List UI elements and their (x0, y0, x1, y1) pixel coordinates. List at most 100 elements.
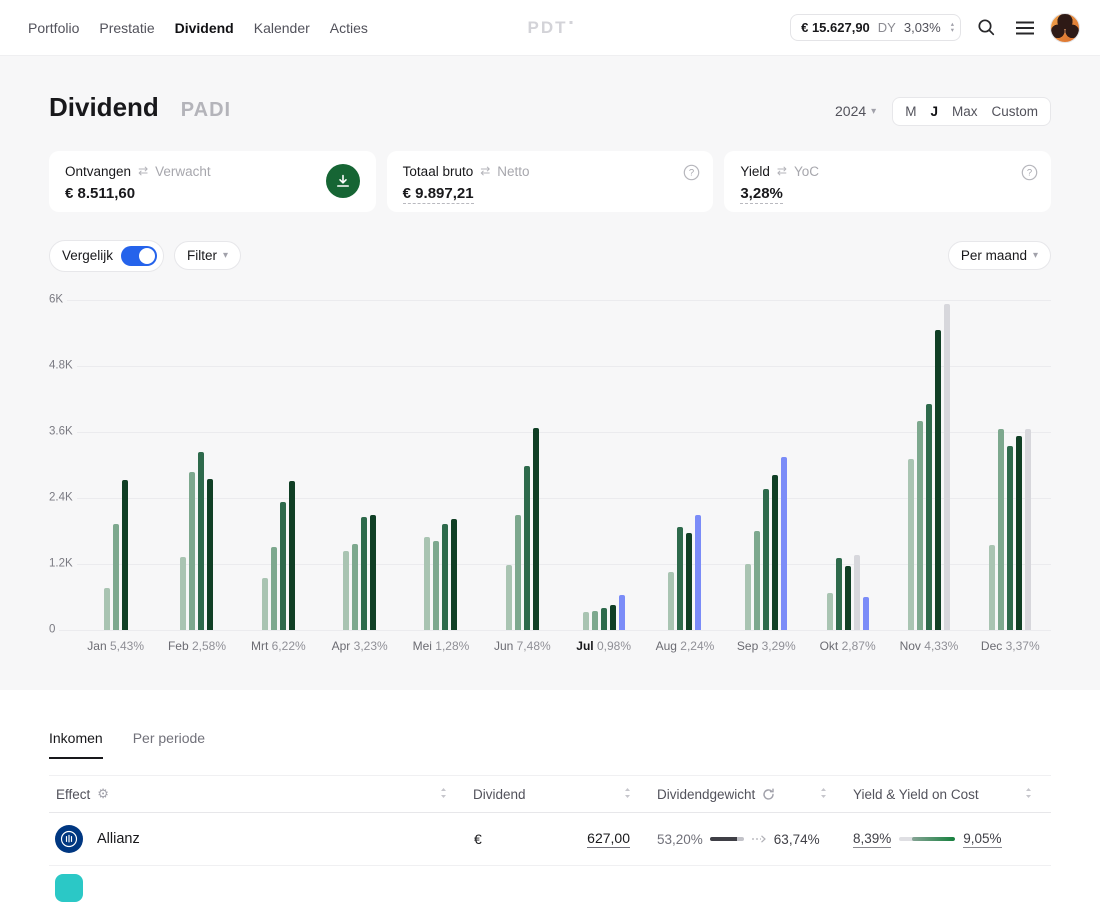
bar-group-mrt[interactable] (238, 300, 319, 630)
tab-inkomen[interactable]: Inkomen (49, 730, 103, 759)
bar-mrt-s2[interactable] (271, 547, 277, 630)
bar-okt-s4[interactable] (845, 566, 851, 630)
bar-mei-s3[interactable] (442, 524, 448, 630)
bar-dec-s2[interactable] (998, 429, 1004, 630)
bar-jan-s4[interactable] (122, 480, 128, 630)
menu-button[interactable] (1011, 14, 1039, 42)
bar-sep-s1[interactable] (745, 564, 751, 630)
bar-okt-s1[interactable] (827, 593, 833, 630)
bar-jun-s3[interactable] (524, 466, 530, 630)
yoc-pct[interactable]: 9,05% (963, 831, 1001, 848)
bar-jun-s4[interactable] (533, 428, 539, 630)
bar-group-jul[interactable] (563, 300, 644, 630)
bar-mrt-s1[interactable] (262, 578, 268, 630)
tab-per-periode[interactable]: Per periode (133, 730, 205, 759)
bar-apr-s1[interactable] (343, 551, 349, 630)
settings-gear-icon[interactable]: ⚙ (97, 786, 109, 802)
nav-item-dividend[interactable]: Dividend (175, 20, 234, 36)
compare-toggle-pill[interactable]: Vergelijk (49, 240, 164, 272)
swap-icon[interactable]: ⇄ (777, 164, 787, 178)
bar-group-apr[interactable] (319, 300, 400, 630)
bar-jan-s2[interactable] (113, 524, 119, 630)
bar-feb-s4[interactable] (207, 479, 213, 630)
quote-stepper[interactable]: ▴▾ (949, 22, 954, 34)
filter-dropdown[interactable]: Filter ▾ (174, 241, 241, 270)
year-dropdown[interactable]: 2024▾ (835, 103, 876, 119)
yield-pct[interactable]: 8,39% (853, 831, 891, 848)
sort-icon[interactable] (439, 787, 448, 802)
bar-sep-blue[interactable] (781, 457, 787, 630)
bar-jun-s1[interactable] (506, 565, 512, 630)
user-avatar[interactable] (1050, 13, 1080, 43)
bar-dec-s1[interactable] (989, 545, 995, 630)
range-option-custom[interactable]: Custom (984, 102, 1045, 121)
bar-sep-s2[interactable] (754, 531, 760, 630)
bar-jul-s4[interactable] (610, 605, 616, 630)
bar-mrt-s3[interactable] (280, 502, 286, 630)
bar-dec-s3[interactable] (1007, 446, 1013, 630)
swap-icon[interactable]: ⇄ (480, 164, 490, 178)
card-label[interactable]: Yield (740, 164, 770, 179)
compare-switch[interactable] (121, 246, 157, 266)
yield-value[interactable]: 3,28% (740, 185, 783, 204)
bar-jul-s2[interactable] (592, 611, 598, 630)
help-icon[interactable]: ? (1021, 164, 1038, 186)
range-option-m[interactable]: M (898, 102, 923, 121)
bar-group-dec[interactable] (970, 300, 1051, 630)
card-alt-label[interactable]: YoC (794, 164, 819, 179)
bar-nov-s3[interactable] (926, 404, 932, 630)
bar-group-mei[interactable] (400, 300, 481, 630)
bar-sep-s4[interactable] (772, 475, 778, 630)
bar-aug-s1[interactable] (668, 572, 674, 630)
nav-item-acties[interactable]: Acties (330, 20, 368, 36)
swap-icon[interactable]: ⇄ (138, 164, 148, 178)
sort-icon[interactable] (623, 787, 632, 802)
bar-dec-s4[interactable] (1016, 436, 1022, 630)
bar-okt-gray[interactable] (854, 555, 860, 630)
card-label[interactable]: Totaal bruto (403, 164, 474, 179)
holding-name[interactable]: Allianz (97, 831, 140, 847)
bar-jul-s3[interactable] (601, 608, 607, 630)
bar-group-jan[interactable] (75, 300, 156, 630)
bar-feb-s1[interactable] (180, 557, 186, 630)
bar-group-okt[interactable] (807, 300, 888, 630)
nav-item-kalender[interactable]: Kalender (254, 20, 310, 36)
gross-amount[interactable]: € 9.897,21 (403, 185, 474, 204)
table-row-partial[interactable] (49, 866, 1051, 906)
help-icon[interactable]: ? (683, 164, 700, 186)
bar-nov-s2[interactable] (917, 421, 923, 630)
bar-apr-s4[interactable] (370, 515, 376, 630)
sort-icon[interactable] (819, 787, 828, 802)
bar-okt-s3[interactable] (836, 558, 842, 630)
bar-group-jun[interactable] (482, 300, 563, 630)
bar-group-aug[interactable] (644, 300, 725, 630)
bar-nov-s1[interactable] (908, 459, 914, 630)
export-button[interactable] (326, 164, 360, 198)
bar-aug-blue[interactable] (695, 515, 701, 630)
bar-apr-s3[interactable] (361, 517, 367, 630)
bar-mrt-s4[interactable] (289, 481, 295, 630)
nav-item-prestatie[interactable]: Prestatie (99, 20, 154, 36)
bar-jan-s1[interactable] (104, 588, 110, 630)
bar-aug-s4[interactable] (686, 533, 692, 630)
dividend-amount[interactable]: 627,00 (587, 830, 630, 848)
bar-okt-blue[interactable] (863, 597, 869, 630)
bar-feb-s2[interactable] (189, 472, 195, 630)
bar-feb-s3[interactable] (198, 452, 204, 630)
bar-apr-s2[interactable] (352, 544, 358, 630)
period-dropdown[interactable]: Per maand ▾ (948, 241, 1051, 270)
bar-group-nov[interactable] (888, 300, 969, 630)
bar-jun-s2[interactable] (515, 515, 521, 630)
table-row-allianz[interactable]: Allianz € 627,00 53,20% 63,74% 8,39% 9,0… (49, 813, 1051, 866)
search-button[interactable] (972, 14, 1000, 42)
card-alt-label[interactable]: Netto (497, 164, 529, 179)
bar-sep-s3[interactable] (763, 489, 769, 630)
refresh-icon[interactable] (762, 788, 775, 801)
range-option-j[interactable]: J (923, 102, 945, 121)
bar-nov-gray[interactable] (944, 304, 950, 630)
bar-mei-s2[interactable] (433, 541, 439, 630)
bar-nov-s4[interactable] (935, 330, 941, 630)
bar-group-sep[interactable] (726, 300, 807, 630)
nav-item-portfolio[interactable]: Portfolio (28, 20, 79, 36)
bar-group-feb[interactable] (156, 300, 237, 630)
